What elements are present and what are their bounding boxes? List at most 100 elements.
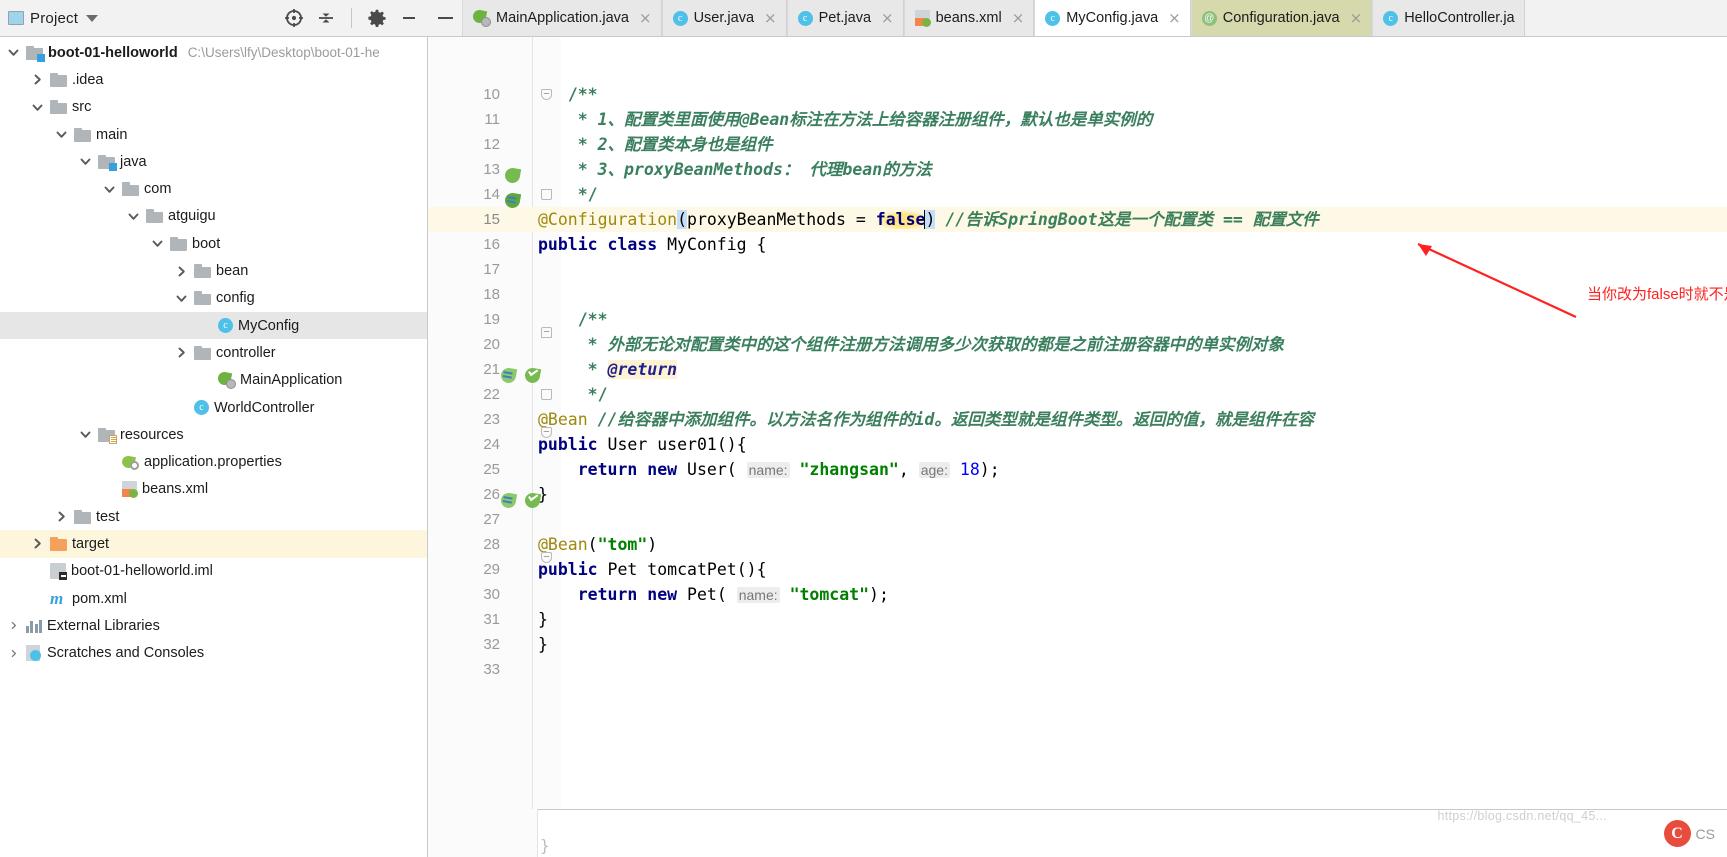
spring-bean-leaf-icon[interactable] [503,166,522,185]
tree-item-resources[interactable]: resources [0,421,427,448]
collapse-all-icon[interactable] [313,5,339,31]
code-line[interactable]: 14 */ [428,182,1727,207]
code-line[interactable]: 23 @Bean //给容器中添加组件。以方法名作为组件的id。返回类型就是组件类… [428,407,1727,432]
spring-bean-check-icon[interactable] [523,366,542,385]
chevron-down-icon[interactable] [174,293,189,304]
tree-item-controller[interactable]: controller [0,339,427,366]
editor-tab-myconfig[interactable]: c MyConfig.java × [1034,0,1191,36]
chevron-right-icon[interactable] [174,266,189,277]
fold-marker-open-icon[interactable]: − [541,327,552,338]
code-line[interactable]: 21 * @return [428,357,1727,382]
close-icon[interactable]: × [1350,10,1363,26]
chevron-down-icon[interactable] [150,238,165,249]
code-editor[interactable]: 10 /** 11 * 1、配置类里面使用@Bean标注在方法上给容器注册组件，默… [428,37,1727,857]
tree-item-mainapplication[interactable]: MainApplication [0,367,427,394]
chevron-down-icon[interactable] [86,14,99,22]
chevron-right-icon[interactable] [174,347,189,358]
tree-item-application-properties[interactable]: application.properties [0,448,427,475]
tree-item-bean[interactable]: bean [0,257,427,284]
chevron-down-icon[interactable] [6,47,21,58]
chevron-down-icon[interactable] [126,211,141,222]
close-icon[interactable]: × [881,10,894,26]
spring-bean-check-icon[interactable] [523,491,542,510]
tree-item-pom-xml[interactable]: m pom.xml [0,585,427,612]
chevron-down-icon[interactable] [30,102,45,113]
fold-marker-end-icon[interactable] [541,189,552,200]
code-line[interactable]: 28 @Bean("tom") [428,532,1727,557]
code-line[interactable]: 22 */ [428,382,1727,407]
tree-item-main[interactable]: main [0,121,427,148]
code-line[interactable]: 11 * 1、配置类里面使用@Bean标注在方法上给容器注册组件，默认也是单实例… [428,107,1727,132]
fold-marker-open-icon[interactable]: − [541,89,552,100]
code-line[interactable]: 24 public User user01(){ [428,432,1727,457]
fold-marker-method-icon[interactable]: − [541,427,552,438]
code-line[interactable]: 27 [428,507,1727,532]
tree-item-external-libraries[interactable]: External Libraries [0,612,427,639]
code-line[interactable]: 10 /** [428,82,1727,107]
code-line[interactable]: 29 public Pet tomcatPet(){ [428,557,1727,582]
tree-item-src[interactable]: src [0,94,427,121]
gear-icon[interactable] [364,5,390,31]
chevron-right-icon[interactable] [54,511,69,522]
tree-item-config[interactable]: config [0,285,427,312]
tree-item-atguigu[interactable]: atguigu [0,203,427,230]
code-line[interactable]: 16 public class MyConfig { [428,232,1727,257]
hide-panel-icon[interactable] [396,5,422,31]
code-line[interactable]: 17 [428,257,1727,282]
minimize-editor-icon[interactable] [428,0,462,36]
code-line[interactable]: 18 [428,282,1727,307]
chevron-down-icon[interactable] [54,129,69,140]
tree-item-com[interactable]: com [0,175,427,202]
tree-item-java[interactable]: java [0,148,427,175]
chevron-right-icon[interactable] [6,621,21,630]
csdn-logo-icon: C [1663,820,1691,847]
tree-item-scratches-and-consoles[interactable]: Scratches and Consoles [0,640,427,667]
tree-item-myconfig[interactable]: c MyConfig [0,311,427,340]
editor-tab-pet[interactable]: c Pet.java × [786,0,904,36]
chevron-down-icon[interactable] [102,184,117,195]
code-line[interactable]: 13 * 3、proxyBeanMethods： 代理bean的方法 [428,157,1727,182]
code-line[interactable]: 32} [428,632,1727,657]
tree-item-label: bean [216,263,249,280]
editor-tab-configuration[interactable]: @ Configuration.java × [1190,0,1373,36]
close-icon[interactable]: × [1012,10,1025,26]
locate-target-icon[interactable] [281,5,307,31]
code-content[interactable]: 10 /** 11 * 1、配置类里面使用@Bean标注在方法上给容器注册组件，默… [428,37,1727,857]
close-icon[interactable]: × [764,10,777,26]
editor-tab-hellocontroller[interactable]: c HelloController.ja [1372,0,1525,36]
spring-bean-arrows-icon[interactable] [499,491,518,510]
tree-item-boot-01-helloworld-iml[interactable]: boot-01-helloworld.iml [0,558,427,585]
tree-item-boot[interactable]: boot [0,230,427,257]
code-line[interactable]: 33 [428,657,1727,682]
code-line[interactable]: 31} [428,607,1727,632]
code-line[interactable]: 26} [428,482,1727,507]
chevron-down-icon[interactable] [78,429,93,440]
chevron-right-icon[interactable] [30,74,45,85]
fold-marker-end-icon[interactable] [541,389,552,400]
spring-bean-arrows-icon[interactable] [499,366,518,385]
tree-item-worldcontroller[interactable]: c WorldController [0,394,427,421]
project-tree[interactable]: boot-01-helloworld C:\Users\lfy\Desktop\b… [0,37,428,857]
tree-item-beans-xml[interactable]: beans.xml [0,476,427,503]
close-icon[interactable]: × [1168,10,1181,26]
code-line[interactable]: 25 return new User( name: "zhangsan", ag… [428,457,1727,482]
editor-tab-beansxml[interactable]: beans.xml × [903,0,1035,36]
close-icon[interactable]: × [639,10,652,26]
code-line[interactable]: 19 /** [428,307,1727,332]
code-line[interactable]: 20 * 外部无论对配置类中的这个组件注册方法调用多少次获取的都是之前注册容器中… [428,332,1727,357]
chevron-down-icon[interactable] [78,156,93,167]
editor-tab-mainapplication[interactable]: MainApplication.java × [462,0,662,36]
spring-bean-navigate-icon[interactable] [503,191,522,210]
chevron-right-icon[interactable] [30,538,45,549]
tree-item-idea[interactable]: .idea [0,66,427,93]
editor-tab-user[interactable]: c User.java × [661,0,787,36]
tree-item-label: .idea [72,71,104,88]
code-line[interactable]: 30 return new Pet( name: "tomcat"); [428,582,1727,607]
tree-item-boot-01-helloworld[interactable]: boot-01-helloworld C:\Users\lfy\Desktop\b… [0,39,427,66]
code-line[interactable]: 15 @Configuration(proxyBeanMethods = fals… [428,207,1727,232]
tree-item-test[interactable]: test [0,503,427,530]
tree-item-target[interactable]: target [0,530,427,558]
chevron-right-icon[interactable] [6,649,21,658]
fold-marker-method-icon[interactable]: − [541,552,552,563]
code-line[interactable]: 12 * 2、配置类本身也是组件 [428,132,1727,157]
